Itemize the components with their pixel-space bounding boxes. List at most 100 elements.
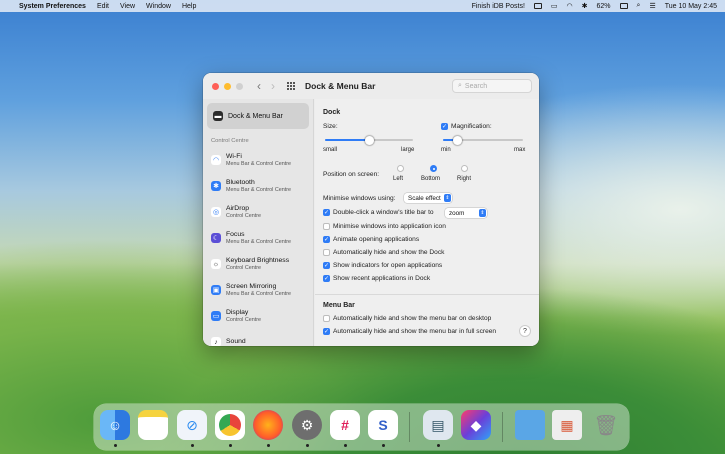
position-right-radio[interactable] — [461, 165, 468, 172]
finder-dock-icon[interactable]: ☺ — [100, 410, 130, 440]
search-field[interactable]: ⌕ Search — [452, 79, 532, 93]
section-divider — [315, 294, 539, 295]
animate-apps-label: Animate opening applications — [333, 236, 420, 243]
menu-window[interactable]: Window — [146, 3, 171, 10]
wifi-icon[interactable]: ◠ — [567, 2, 573, 10]
forward-button[interactable]: › — [271, 79, 275, 93]
sidebar-item-dock-menu-bar[interactable]: ▬ Dock & Menu Bar — [207, 103, 309, 129]
sidebar: ▬ Dock & Menu Bar Control Centre ◠ Wi-Fi… — [203, 99, 314, 346]
running-indicator — [229, 444, 232, 447]
position-bottom-radio[interactable] — [430, 165, 437, 172]
running-indicator — [191, 444, 194, 447]
sidebar-item-keyboard-brightness[interactable]: ☼ Keyboard Brightness Control Centre — [203, 251, 313, 277]
menu-help[interactable]: Help — [182, 3, 196, 10]
sidebar-item-sound[interactable]: ♪ Sound — [203, 329, 313, 346]
battery-percent[interactable]: 62% — [597, 3, 611, 10]
bluetooth-icon[interactable]: ✱ — [582, 2, 588, 10]
clock[interactable]: Tue 10 May 2:45 — [665, 3, 717, 10]
minimize-button[interactable] — [224, 82, 231, 90]
sidebar-item-subtitle: Control Centre — [226, 264, 262, 271]
sidebar-item-wifi[interactable]: ◠ Wi-Fi Menu Bar & Control Centre — [203, 147, 313, 173]
show-indicators-checkbox[interactable]: ✓ — [323, 262, 330, 269]
sidebar-item-label: Dock & Menu Bar — [228, 112, 283, 120]
sidebar-item-display[interactable]: ▭ Display Control Centre — [203, 303, 313, 329]
minimise-label: Minimise windows using: — [323, 195, 396, 202]
sidebar-item-title: Bluetooth — [226, 178, 255, 186]
folder-dock-icon[interactable] — [515, 410, 545, 440]
bluetooth-icon: ✱ — [211, 181, 221, 191]
sound-icon: ♪ — [211, 337, 221, 346]
preview-dock-icon[interactable]: ▤ — [423, 410, 453, 440]
sidebar-item-subtitle: Menu Bar & Control Centre — [226, 160, 292, 167]
sidebar-item-title: Screen Mirroring — [226, 282, 277, 290]
display-icon: ▭ — [211, 311, 221, 321]
system-preferences-dock-icon[interactable]: ⚙ — [292, 410, 322, 440]
battery-icon[interactable] — [619, 3, 628, 9]
simplenote-dock-icon[interactable]: S — [368, 410, 398, 440]
help-button[interactable]: ? — [519, 325, 531, 337]
sidebar-item-subtitle: Menu Bar & Control Centre — [226, 290, 292, 297]
show-all-grid-icon[interactable] — [287, 81, 296, 91]
show-recent-apps-label: Show recent applications in Dock — [333, 275, 431, 282]
dock-menu-bar-icon: ▬ — [213, 111, 223, 121]
zoom-button[interactable] — [236, 82, 243, 90]
safari-dock-icon[interactable]: ⊘ — [177, 410, 207, 440]
control-centre-icon[interactable]: ☰ — [649, 2, 655, 10]
firefox-dock-icon[interactable] — [253, 410, 283, 440]
sidebar-item-bluetooth[interactable]: ✱ Bluetooth Menu Bar & Control Centre — [203, 173, 313, 199]
autohide-menubar-desktop-label: Automatically hide and show the menu bar… — [333, 315, 492, 322]
sidebar-item-title: Sound — [226, 338, 246, 346]
close-button[interactable] — [212, 82, 219, 90]
magnification-checkbox[interactable]: ✓ — [441, 123, 448, 130]
double-click-action-popup[interactable]: zoom ⇕ — [445, 208, 487, 218]
running-indicator — [344, 444, 347, 447]
magnification-slider-knob[interactable] — [453, 136, 463, 145]
size-slider-knob[interactable] — [365, 136, 374, 145]
position-right-label: Right — [457, 176, 472, 182]
back-button[interactable]: ‹ — [257, 79, 261, 93]
show-recent-apps-checkbox[interactable]: ✓ — [323, 275, 330, 282]
menu-view[interactable]: View — [120, 3, 135, 10]
notes-dock-icon[interactable] — [138, 410, 168, 440]
trash-icon[interactable]: 🗑 — [591, 410, 621, 440]
autohide-dock-checkbox[interactable] — [323, 249, 330, 256]
screen-icon[interactable] — [533, 3, 542, 9]
screenshot-dock-icon[interactable]: ▦ — [552, 410, 582, 440]
chrome-dock-icon[interactable] — [215, 410, 245, 440]
sidebar-item-screen-mirroring[interactable]: ▣ Screen Mirroring Menu Bar & Control Cen… — [203, 277, 313, 303]
shortcuts-dock-icon[interactable]: ◆ — [461, 410, 491, 440]
minimise-into-icon-label: Minimise windows into application icon — [333, 223, 446, 230]
window-titlebar: ‹ › Dock & Menu Bar ⌕ Search — [203, 73, 539, 99]
size-slider-fill — [325, 139, 369, 141]
autohide-menubar-desktop-checkbox[interactable] — [323, 315, 330, 322]
autohide-menubar-fullscreen-label: Automatically hide and show the menu bar… — [333, 328, 497, 335]
size-small-label: small — [323, 147, 338, 153]
dock-separator — [409, 412, 410, 442]
animate-apps-checkbox[interactable]: ✓ — [323, 236, 330, 243]
sidebar-item-airdrop[interactable]: ◎ AirDrop Control Centre — [203, 199, 313, 225]
autohide-menubar-fullscreen-checkbox[interactable]: ✓ — [323, 328, 330, 335]
chevron-updown-icon: ⇕ — [444, 194, 451, 202]
magnification-min-label: min — [441, 147, 451, 153]
slack-dock-icon[interactable]: # — [330, 410, 360, 440]
position-left-radio[interactable] — [397, 165, 404, 172]
display-icon[interactable]: ▭ — [551, 2, 558, 10]
status-reminder-text[interactable]: Finish iDB Posts! — [472, 3, 525, 10]
brightness-icon: ☼ — [211, 259, 221, 269]
running-indicator — [437, 444, 440, 447]
search-icon[interactable]: ⌕ — [637, 2, 641, 10]
menu-edit[interactable]: Edit — [97, 3, 109, 10]
running-indicator — [306, 444, 309, 447]
sidebar-item-subtitle: Menu Bar & Control Centre — [226, 186, 292, 193]
menu-app-name[interactable]: System Preferences — [19, 3, 86, 10]
double-click-checkbox[interactable]: ✓ — [323, 209, 330, 216]
sidebar-item-title: Display — [226, 308, 249, 316]
airdrop-icon: ◎ — [211, 207, 221, 217]
double-click-label: Double-click a window's title bar to — [333, 209, 434, 216]
minimise-into-icon-checkbox[interactable] — [323, 223, 330, 230]
sidebar-item-subtitle: Control Centre — [226, 212, 262, 219]
sidebar-item-title: AirDrop — [226, 204, 250, 212]
dock-section-title: Dock — [323, 109, 341, 116]
minimise-effect-popup[interactable]: Scale effect ⇕ — [404, 193, 452, 203]
sidebar-item-focus[interactable]: ☾ Focus Menu Bar & Control Centre — [203, 225, 313, 251]
